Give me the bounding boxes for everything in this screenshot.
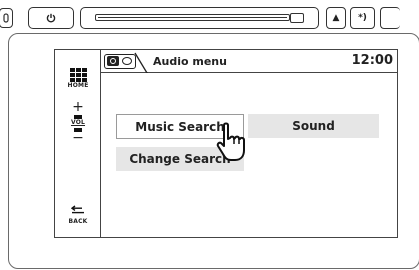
volume-control: + VOL − bbox=[55, 100, 101, 145]
tab-divider bbox=[134, 52, 148, 73]
tuner-button[interactable]: *) bbox=[350, 7, 375, 29]
right-edge-button[interactable] bbox=[380, 7, 400, 29]
eject-button[interactable]: ▲ bbox=[326, 7, 346, 29]
back-button[interactable]: BACK bbox=[55, 199, 101, 225]
slot-icon bbox=[3, 13, 9, 23]
page-title: Audio menu bbox=[153, 55, 227, 68]
source-tab[interactable] bbox=[104, 54, 136, 69]
home-button[interactable]: HOME bbox=[55, 57, 101, 89]
back-arrow-icon bbox=[70, 205, 84, 214]
screen-header: Audio menu 12:00 bbox=[101, 50, 397, 73]
power-button[interactable] bbox=[28, 7, 74, 29]
disc-source-icon bbox=[107, 56, 119, 66]
volume-label: VOL bbox=[70, 119, 86, 126]
slider-knob[interactable] bbox=[290, 13, 304, 23]
back-label: BACK bbox=[68, 218, 88, 225]
left-edge-button[interactable] bbox=[0, 8, 13, 28]
volume-slider[interactable] bbox=[80, 7, 319, 29]
side-panel: HOME + VOL − BACK bbox=[55, 50, 101, 237]
home-label: HOME bbox=[67, 82, 89, 89]
clock: 12:00 bbox=[351, 53, 393, 68]
volume-up-button[interactable]: + bbox=[55, 100, 101, 114]
home-grid-icon bbox=[69, 68, 87, 82]
power-icon bbox=[46, 13, 56, 23]
sound-button[interactable]: Sound bbox=[248, 114, 379, 138]
pointer-hand-icon bbox=[216, 122, 245, 161]
slider-track bbox=[95, 14, 290, 21]
media-source-icon bbox=[122, 57, 132, 65]
eject-icon: ▲ bbox=[332, 13, 340, 23]
volume-down-button[interactable]: − bbox=[55, 131, 101, 145]
tuner-icon: *) bbox=[358, 13, 367, 23]
main-area: Audio menu 12:00 Music Search Sound Chan… bbox=[101, 50, 397, 237]
